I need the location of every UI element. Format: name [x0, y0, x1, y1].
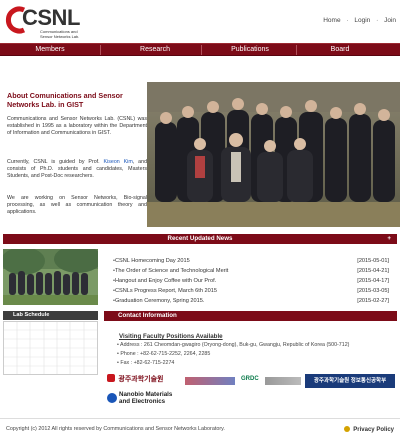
main-nav: Members Research Publications Board [0, 43, 400, 56]
address-text: • Address : 261 Cheomdan-gwagiro (Oryong… [117, 342, 350, 348]
phone-text: • Phone : +82-62-715-2252, 2264, 2285 [117, 351, 211, 357]
gist-info-logo[interactable]: 광주과학기술원 정보통신공학부 [305, 374, 395, 388]
professor-link[interactable]: Kiseon Kim [104, 159, 133, 165]
group-photo-image [147, 82, 400, 227]
copyright-text: Copyright (c) 2012 All rights reserved b… [6, 426, 225, 432]
partner-logos: 광주과학기술원 GRDC 광주과학기술원 정보통신공학부 Nanobio Mat… [107, 374, 397, 410]
lab-schedule-bar[interactable]: Lab Schedule [3, 311, 98, 320]
header: CSNL Communications and Sensor Networks … [0, 0, 400, 43]
gist-logo[interactable]: 광주과학기술원 [107, 374, 179, 388]
logo-subtitle: Communications and Sensor Networks Lab. [40, 29, 80, 39]
nanobio-logo[interactable]: Nanobio Materials and Electronics [107, 391, 187, 409]
schedule-calendar[interactable] [3, 321, 98, 375]
join-link[interactable]: Join [384, 17, 396, 24]
calendar-grid [4, 322, 97, 374]
home-link[interactable]: Home [323, 17, 340, 24]
nanobio-emblem-icon [107, 393, 117, 403]
footer: Copyright (c) 2012 All rights reserved b… [0, 418, 400, 442]
privacy-icon [344, 426, 351, 432]
grdc-logo[interactable]: GRDC [241, 376, 261, 386]
partner-banner-logo[interactable] [185, 377, 235, 385]
top-links: Home · Login · Join [323, 17, 396, 24]
contact-bar: Contact Information [104, 311, 397, 321]
news-item[interactable]: •Graduation Ceremony, Spring 2015. [2015… [113, 296, 389, 306]
fax-text: • Fax : +82-62-715-2274 [117, 360, 175, 366]
group-photo [147, 82, 400, 227]
gist-emblem-icon [107, 374, 115, 382]
partner-logo-small[interactable] [265, 377, 301, 385]
intro-paragraph-1: Communications and Sensor Networks Lab. … [7, 116, 147, 137]
intro-paragraph-3: We are working on Sensor Networks, Bio-s… [7, 195, 147, 216]
news-item[interactable]: •Hangout and Enjoy Coffee with Our Prof.… [113, 276, 389, 286]
news-thumbnail-image [3, 249, 98, 305]
login-link[interactable]: Login [354, 17, 370, 24]
news-item[interactable]: •CSNLs Progress Report, March 6th 2015 [… [113, 286, 389, 296]
nav-members[interactable]: Members [0, 44, 100, 56]
news-thumbnail[interactable] [3, 249, 98, 305]
nav-research[interactable]: Research [105, 44, 205, 56]
logo-text: CSNL [22, 5, 80, 30]
privacy-policy-link[interactable]: Privacy Policy [344, 426, 394, 433]
nav-publications[interactable]: Publications [200, 44, 300, 56]
intro-title: About Comunications and Sensor Networks … [7, 91, 123, 109]
csnl-logo[interactable]: CSNL Communications and Sensor Networks … [4, 5, 96, 39]
visiting-faculty-link[interactable]: Visiting Faculty Positions Available [119, 332, 400, 341]
news-item[interactable]: •The Order of Science and Technological … [113, 266, 389, 276]
recent-news-bar: Recent Updated News + [3, 234, 397, 244]
intro-section: About Comunications and Sensor Networks … [0, 82, 148, 232]
nav-board[interactable]: Board [290, 44, 390, 56]
intro-paragraph-2: Currently, CSNL is guided by Prof. Kiseo… [7, 159, 148, 180]
news-more-icon[interactable]: + [387, 234, 391, 244]
news-item[interactable]: •CSNL Homecoming Day 2015 [2015-05-01] [113, 256, 389, 266]
